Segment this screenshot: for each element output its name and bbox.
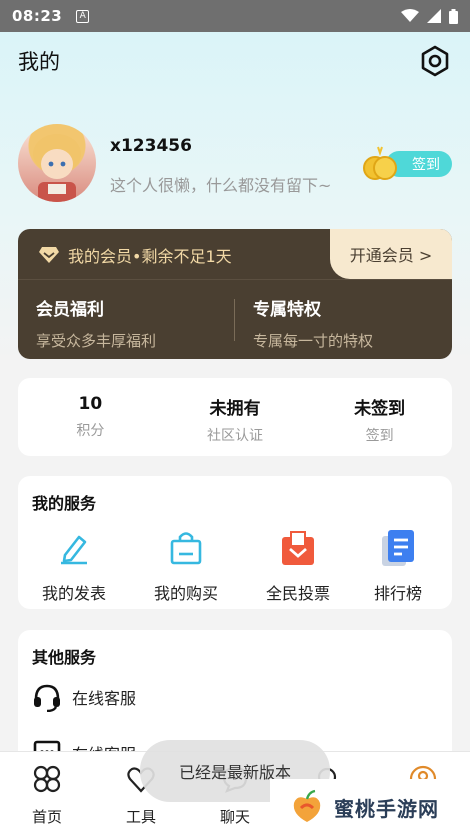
watermark: 蜜桃手游网 — [270, 779, 470, 835]
tab-label: 聊天 — [219, 808, 250, 826]
stat-label: 社区认证 — [207, 428, 263, 444]
vip-column-divider — [234, 299, 235, 341]
stat-checkin[interactable]: 未签到 签到 — [307, 378, 452, 456]
coins-icon — [363, 146, 397, 180]
vip-divider-line — [18, 279, 452, 280]
stat-value: 10 — [78, 394, 103, 414]
vip-benefits-title: 会员福利 — [36, 300, 104, 320]
user-bio: 这个人很懒，什么都没有留下~ — [110, 176, 332, 195]
settings-button[interactable] — [418, 44, 452, 78]
page-title: 我的 — [18, 50, 60, 74]
profile-section: x123456 这个人很懒，什么都没有留下~ 签到 — [18, 124, 452, 204]
vip-privileges-title: 专属特权 — [253, 300, 321, 320]
service-my-purchases[interactable]: 我的购买 — [132, 528, 240, 604]
service-label: 我的发表 — [41, 584, 106, 603]
notification-icon: A — [76, 9, 90, 23]
my-services-card: 我的服务 我的发表 我的购买 全民投票 排行榜 — [18, 476, 452, 609]
wifi-icon — [401, 9, 419, 22]
status-icons — [401, 8, 458, 24]
watermark-text: 蜜桃手游网 — [334, 796, 439, 821]
headset-icon — [34, 684, 60, 712]
other-services-title: 其他服务 — [32, 648, 97, 667]
status-bar: 08:23 A — [0, 0, 470, 32]
online-service-row[interactable]: 在线客服 — [32, 682, 136, 712]
home-icon — [33, 765, 61, 793]
stats-card: 10 积分 未拥有 社区认证 未签到 签到 — [18, 378, 452, 456]
open-vip-button[interactable]: 开通会员 > — [330, 229, 452, 279]
shopping-bag-icon — [170, 532, 202, 565]
stat-value: 未签到 — [354, 399, 406, 419]
vip-status-text: 我的会员•剩余不足1天 — [68, 247, 232, 266]
vip-header: 我的会员•剩余不足1天 开通会员 > — [18, 229, 452, 279]
signal-icon — [427, 9, 441, 23]
vip-card[interactable]: 我的会员•剩余不足1天 开通会员 > 会员福利 享受众多丰厚福利 专属特权 专属… — [18, 229, 452, 359]
peach-logo-icon — [293, 789, 321, 822]
vip-benefits-desc: 享受众多丰厚福利 — [36, 332, 157, 350]
stat-certification[interactable]: 未拥有 社区认证 — [163, 378, 308, 456]
service-label: 我的购买 — [153, 584, 218, 603]
my-services-title: 我的服务 — [32, 494, 97, 513]
avatar[interactable] — [18, 124, 96, 202]
stat-label: 签到 — [365, 428, 394, 444]
vip-privileges[interactable]: 专属特权 专属每一寸的特权 — [253, 295, 373, 351]
diamond-icon — [39, 247, 59, 263]
service-my-posts[interactable]: 我的发表 — [20, 528, 128, 604]
ranking-doc-icon — [382, 530, 414, 566]
gear-icon — [421, 45, 449, 77]
top-bar: 我的 — [0, 32, 470, 90]
service-vote[interactable]: 全民投票 — [244, 528, 352, 604]
service-label: 全民投票 — [265, 584, 330, 603]
status-time: 08:23 — [12, 7, 63, 25]
tab-label: 首页 — [31, 808, 62, 826]
vip-status: 我的会员•剩余不足1天 — [38, 243, 232, 267]
avatar-image — [33, 134, 81, 202]
stat-label: 积分 — [76, 423, 105, 439]
stat-points[interactable]: 10 积分 — [18, 378, 163, 456]
service-label: 排行榜 — [373, 584, 422, 603]
service-ranking[interactable]: 排行榜 — [344, 528, 452, 604]
battery-icon — [449, 8, 458, 24]
vip-privileges-desc: 专属每一寸的特权 — [253, 332, 374, 350]
vote-box-icon — [282, 531, 314, 565]
edit-icon — [61, 535, 87, 565]
vip-benefits[interactable]: 会员福利 享受众多丰厚福利 — [36, 295, 156, 351]
tab-label: 工具 — [125, 808, 156, 826]
stat-value: 未拥有 — [209, 399, 261, 419]
username[interactable]: x123456 — [110, 136, 192, 156]
online-service-label: 在线客服 — [72, 689, 137, 708]
tab-home[interactable]: 首页 — [17, 764, 77, 827]
